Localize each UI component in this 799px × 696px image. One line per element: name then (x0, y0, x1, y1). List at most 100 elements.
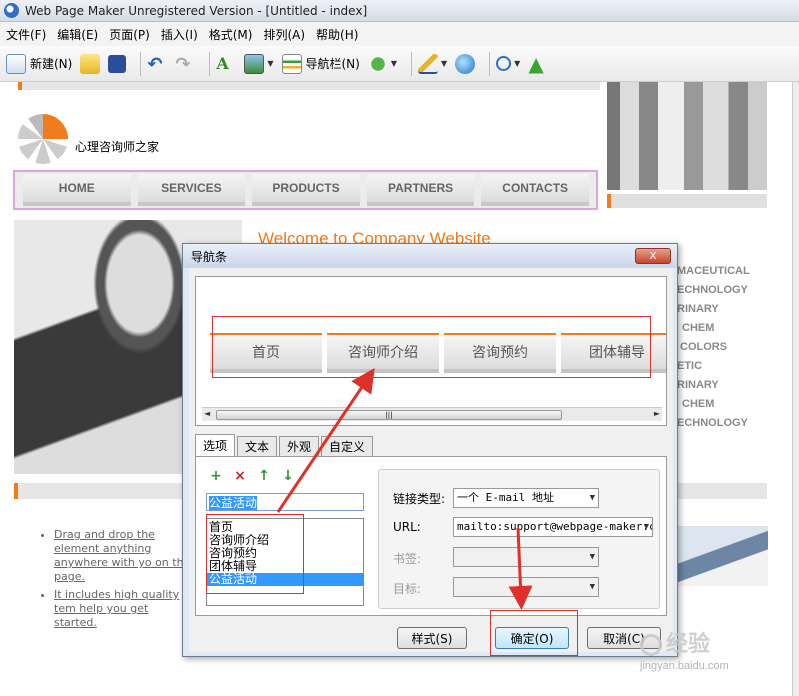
new-button[interactable]: 新建(N) (6, 50, 72, 78)
url-label: URL: (393, 520, 421, 534)
chevron-down-icon: ▼ (589, 552, 595, 562)
list-item: COLORS (680, 341, 728, 353)
vertical-scrollbar[interactable] (792, 82, 799, 696)
navbar-icon (281, 53, 302, 74)
style-button[interactable]: 样式(S) (397, 627, 467, 649)
tab-custom[interactable]: 自定义 (321, 436, 374, 456)
globe-icon (455, 53, 476, 74)
magnifier-icon (496, 56, 512, 71)
menu-arrange[interactable]: 排列(A) (263, 26, 305, 43)
paw-logo-icon (640, 634, 662, 657)
zoom-button[interactable]: ▼ (496, 50, 520, 78)
navbar-button[interactable]: 导航栏(N) (281, 50, 360, 78)
menu-edit[interactable]: 编辑(E) (57, 26, 98, 43)
scroll-left-icon[interactable]: ◄ (204, 409, 210, 418)
app-logo-icon (4, 3, 19, 18)
toolbar-separator (489, 51, 491, 76)
insert-shape-button[interactable]: ▼ (367, 50, 397, 78)
navbar-dialog: 导航条 X 首页 咨询师介绍 咨询预约 团体辅导 ◄ ||| ► 选项 文本 外… (182, 243, 678, 657)
list-item: MACEUTICAL (677, 265, 750, 277)
toolbar-separator (411, 51, 412, 76)
pencil-icon (418, 53, 438, 74)
site-logo-text: 心理咨询师之家 (75, 140, 160, 154)
undo-button[interactable]: ↶ (147, 50, 167, 78)
save-button[interactable] (108, 50, 127, 78)
text-icon: A (216, 53, 229, 73)
list-item: RINARY (677, 379, 719, 391)
insert-image-button[interactable]: ▼ (244, 50, 274, 78)
chevron-down-icon: ▼ (267, 59, 274, 68)
chevron-down-icon: ▼ (441, 59, 448, 68)
target-select[interactable]: ▼ (453, 577, 599, 597)
nav-contacts[interactable]: CONTACTS (481, 174, 589, 206)
shape-icon (367, 53, 388, 74)
watermark: 经验 jingyan.baidu.com (640, 631, 729, 672)
bookmark-label: 书签: (393, 552, 422, 566)
move-up-icon[interactable]: ↑ (256, 468, 272, 484)
item-name-input[interactable]: 公益活动 (206, 493, 364, 511)
sidebar-strip (607, 194, 767, 208)
nav-home[interactable]: HOME (23, 174, 131, 206)
tab-appearance[interactable]: 外观 (279, 436, 320, 456)
menu-insert[interactable]: 插入(I) (161, 26, 198, 43)
nav-products[interactable]: PRODUCTS (252, 174, 360, 206)
list-item[interactable]: Drag and drop the element anything anywh… (54, 528, 194, 584)
url-field[interactable]: mailto:support@webpage-maker.c ▼ (453, 517, 653, 537)
toolbar: 新建(N) ↶ ↷ A ▼ 导航栏(N) ▼ ▼ ▼ ▲ (0, 46, 799, 82)
redo-icon: ↷ (175, 53, 191, 75)
tab-options[interactable]: 选项 (195, 434, 236, 456)
up-arrow-icon: ▲ (528, 51, 544, 76)
list-item: ECHNOLOGY (677, 284, 748, 296)
add-item-icon[interactable]: + (208, 468, 224, 484)
upload-button[interactable]: ▲ (528, 50, 548, 78)
scroll-right-icon[interactable]: ► (654, 409, 660, 418)
folder-icon (80, 53, 101, 74)
chevron-down-icon: ▼ (589, 493, 595, 503)
dialog-tabs: 选项 文本 外观 自定义 (195, 434, 375, 456)
annotation-box (212, 316, 651, 378)
open-button[interactable] (80, 50, 101, 78)
site-nav-bar[interactable]: HOME SERVICES PRODUCTS PARTNERS CONTACTS (13, 170, 598, 210)
list-item: CHEM (682, 398, 715, 410)
chevron-down-icon: ▼ (514, 59, 521, 68)
draw-button[interactable]: ▼ (418, 50, 447, 78)
building-image[interactable] (607, 82, 767, 190)
header-strip (18, 82, 600, 90)
image-icon (244, 53, 265, 74)
tab-text[interactable]: 文本 (237, 436, 278, 456)
scroll-thumb[interactable]: ||| (216, 410, 562, 420)
redo-button[interactable]: ↷ (175, 50, 195, 78)
man-photo[interactable] (678, 526, 768, 586)
window-title: Web Page Maker Unregistered Version - [U… (25, 3, 368, 18)
title-bar: Web Page Maker Unregistered Version - [U… (0, 0, 799, 22)
annotation-box (206, 514, 304, 594)
insert-text-button[interactable]: A (216, 50, 236, 78)
chevron-down-icon: ▼ (390, 59, 397, 68)
close-button[interactable]: X (635, 248, 671, 264)
nav-services[interactable]: SERVICES (137, 174, 246, 206)
dialog-title: 导航条 (183, 244, 677, 268)
list-item: ECHNOLOGY (677, 417, 748, 429)
feature-list: Drag and drop the element anything anywh… (38, 528, 194, 634)
delete-item-icon[interactable]: × (232, 468, 248, 484)
list-item: CHEM (682, 322, 715, 334)
toolbar-separator (140, 51, 142, 76)
menu-help[interactable]: 帮助(H) (316, 26, 358, 43)
menu-page[interactable]: 页面(P) (109, 26, 150, 43)
bookmark-select[interactable]: ▼ (453, 547, 599, 567)
link-type-select[interactable]: 一个 E-mail 地址 ▼ (453, 488, 599, 508)
target-label: 目标: (393, 582, 422, 596)
list-item: ETIC (677, 360, 703, 372)
new-page-icon (6, 53, 26, 74)
nav-partners[interactable]: PARTNERS (366, 174, 475, 206)
move-down-icon[interactable]: ↓ (280, 468, 296, 484)
preview-scrollbar[interactable]: ◄ ||| ► (202, 407, 662, 421)
toolbar-separator (209, 51, 211, 76)
link-properties: 链接类型: 一个 E-mail 地址 ▼ URL: mailto:support@… (378, 469, 660, 609)
list-item[interactable]: It includes high quality tem help you ge… (54, 588, 194, 630)
menu-file[interactable]: 文件(F) (6, 26, 46, 43)
save-icon (108, 54, 127, 73)
right-list: MACEUTICAL ECHNOLOGY RINARY CHEM COLORS … (677, 262, 750, 433)
menu-format[interactable]: 格式(M) (209, 26, 253, 43)
publish-button[interactable] (455, 50, 476, 78)
